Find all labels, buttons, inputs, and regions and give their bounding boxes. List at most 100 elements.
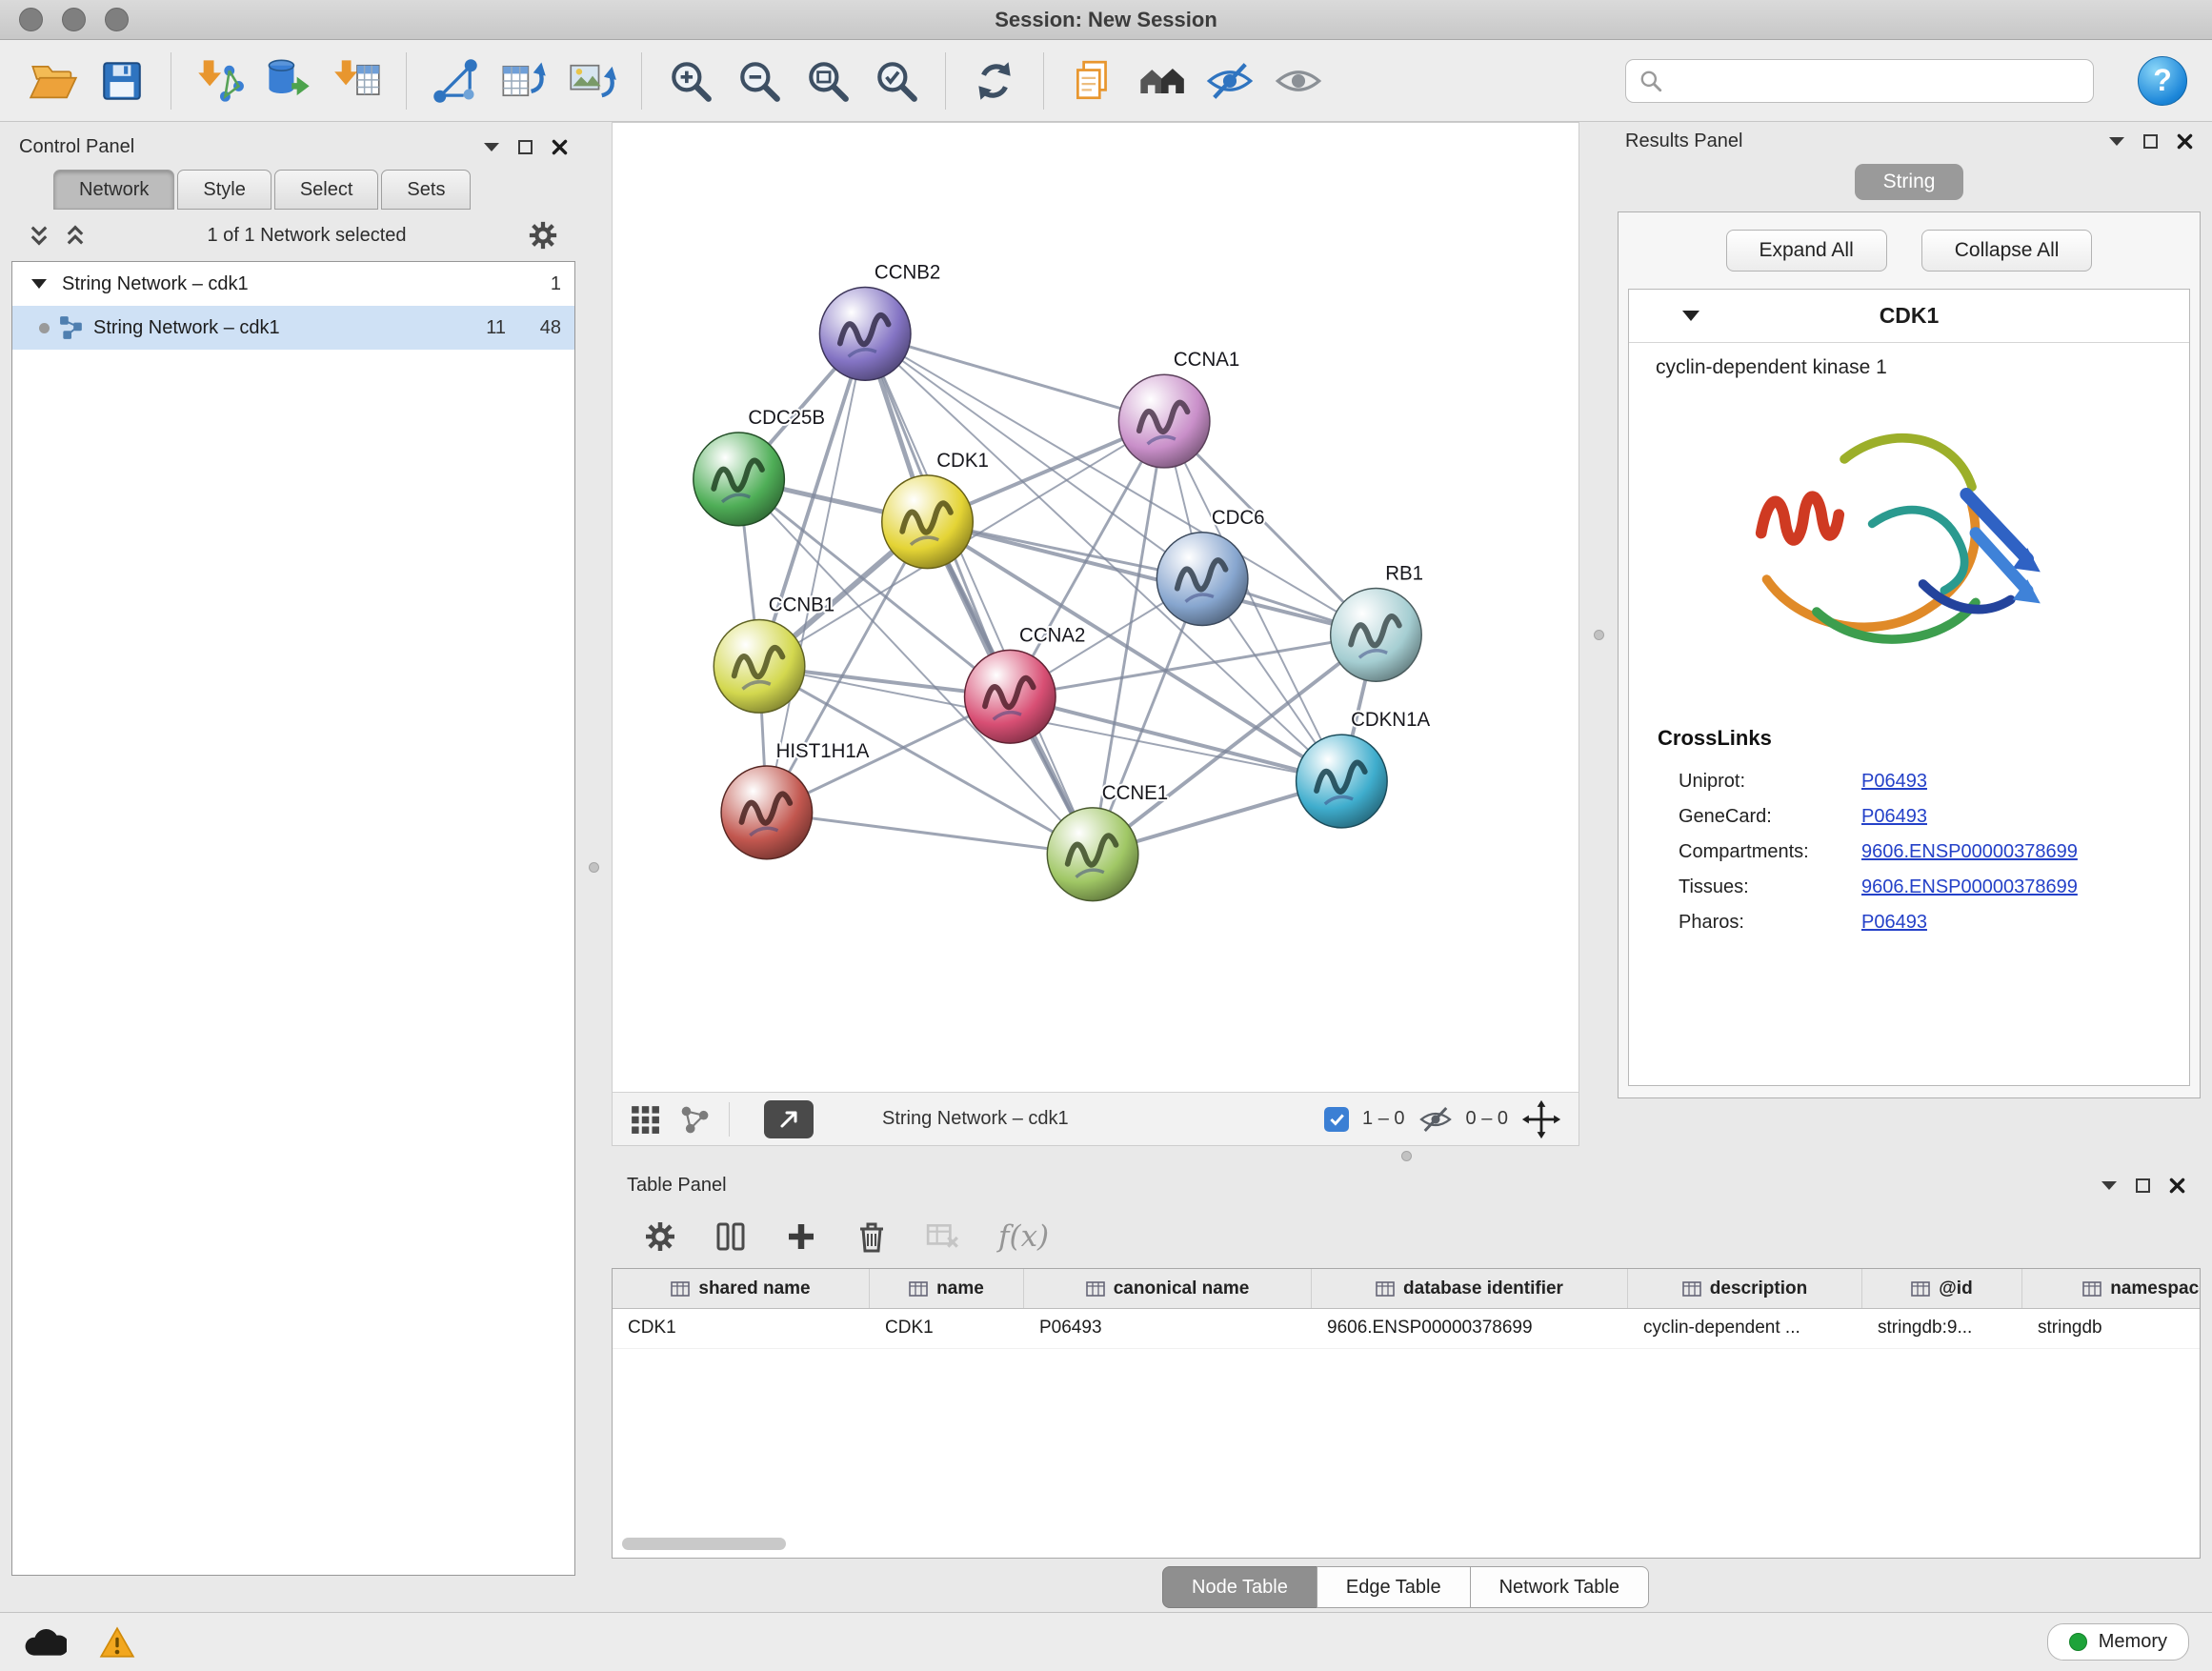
- tab-edge-table[interactable]: Edge Table: [1317, 1566, 1471, 1608]
- panel-close-icon[interactable]: [2177, 133, 2193, 150]
- show-columns-icon[interactable]: [714, 1220, 747, 1253]
- show-glass-button[interactable]: [1270, 51, 1327, 111]
- table-cell[interactable]: cyclin-dependent ...: [1628, 1309, 1862, 1348]
- network-edge-HIST1H1A-CCNE1[interactable]: [767, 813, 1093, 855]
- birdseye-grid-icon[interactable]: [630, 1104, 660, 1135]
- tab-sets[interactable]: Sets: [381, 170, 471, 210]
- collapse-all-button[interactable]: Collapse All: [1921, 230, 2093, 272]
- network-canvas[interactable]: CCNB2CCNA1CDC25BCDK1CDC6RB1CCNB1CCNA2CDK…: [613, 123, 1579, 1092]
- network-node-CCNA2[interactable]: [965, 650, 1056, 743]
- table-cell[interactable]: stringdb:9...: [1862, 1309, 2022, 1348]
- scrollbar-thumb[interactable]: [622, 1538, 786, 1550]
- home-button[interactable]: [1133, 51, 1190, 111]
- network-edge-CCNB2-CCNE1[interactable]: [865, 333, 1093, 854]
- column-header--id[interactable]: @id: [1862, 1269, 2022, 1308]
- network-edge-CCNB2-CCNA1[interactable]: [865, 333, 1164, 421]
- table-cell[interactable]: 9606.ENSP00000378699: [1312, 1309, 1628, 1348]
- network-node-CDKN1A[interactable]: [1297, 735, 1388, 828]
- tab-node-table[interactable]: Node Table: [1162, 1566, 1317, 1608]
- export-image-button[interactable]: [564, 51, 621, 111]
- import-network-from-database-button[interactable]: [260, 51, 317, 111]
- search-input[interactable]: [1625, 59, 2094, 103]
- memory-indicator[interactable]: Memory: [2047, 1623, 2189, 1661]
- column-header-shared-name[interactable]: shared name: [613, 1269, 870, 1308]
- export-table-button[interactable]: [495, 51, 553, 111]
- results-splitter[interactable]: [1579, 122, 1618, 1146]
- table-horizontal-scrollbar[interactable]: [622, 1538, 2190, 1550]
- collapse-all-chevron-icon[interactable]: [65, 224, 86, 247]
- tab-select[interactable]: Select: [274, 170, 379, 210]
- zoom-in-button[interactable]: [662, 51, 719, 111]
- table-splitter[interactable]: [612, 1146, 2201, 1165]
- add-column-icon[interactable]: [785, 1220, 817, 1253]
- table-cell[interactable]: stringdb: [2022, 1309, 2201, 1348]
- crosslink-value-link[interactable]: 9606.ENSP00000378699: [1861, 841, 2078, 863]
- column-header-database-identifier[interactable]: database identifier: [1312, 1269, 1628, 1308]
- delete-column-icon[interactable]: [855, 1219, 888, 1254]
- minimize-button[interactable]: [62, 8, 86, 31]
- network-overview-icon[interactable]: [679, 1104, 710, 1135]
- network-node-RB1[interactable]: [1331, 589, 1422, 682]
- close-button[interactable]: [19, 8, 43, 31]
- panel-menu-icon[interactable]: [484, 143, 499, 151]
- table-settings-gear-icon[interactable]: [644, 1220, 676, 1253]
- crosslink-value-link[interactable]: P06493: [1861, 771, 1927, 793]
- panel-float-icon[interactable]: [518, 140, 533, 154]
- panel-menu-icon[interactable]: [2109, 137, 2124, 146]
- crosslink-value-link[interactable]: P06493: [1861, 912, 1927, 934]
- gene-section-header[interactable]: CDK1: [1629, 290, 2189, 343]
- hidden-eye-slash-icon[interactable]: [1418, 1102, 1453, 1137]
- column-header-namespace[interactable]: namespace: [2022, 1269, 2201, 1308]
- tab-network-table[interactable]: Network Table: [1470, 1566, 1649, 1608]
- selected-checkbox-icon[interactable]: [1324, 1107, 1349, 1132]
- table-cell[interactable]: CDK1: [613, 1309, 870, 1348]
- table-row[interactable]: CDK1CDK1P064939606.ENSP00000378699cyclin…: [613, 1309, 2200, 1349]
- hide-glass-button[interactable]: [1201, 51, 1258, 111]
- table-cell[interactable]: P06493: [1024, 1309, 1312, 1348]
- tree-row-network[interactable]: String Network – cdk1 11 48: [12, 306, 574, 350]
- formula-builder-fx[interactable]: f(x): [998, 1219, 1049, 1254]
- expand-all-chevron-icon[interactable]: [29, 224, 50, 247]
- tab-style[interactable]: Style: [177, 170, 271, 210]
- cloud-icon[interactable]: [23, 1626, 67, 1659]
- network-edge-CDK1-RB1[interactable]: [928, 522, 1377, 635]
- tab-network[interactable]: Network: [53, 170, 174, 210]
- expand-all-button[interactable]: Expand All: [1726, 230, 1887, 272]
- column-header-description[interactable]: description: [1628, 1269, 1862, 1308]
- network-node-CCNB1[interactable]: [714, 619, 805, 713]
- tree-row-collection[interactable]: String Network – cdk1 1: [12, 262, 574, 306]
- export-network-button[interactable]: [427, 51, 484, 111]
- pan-move-icon[interactable]: [1521, 1099, 1561, 1139]
- warning-icon[interactable]: [99, 1626, 135, 1659]
- panel-close-icon[interactable]: [552, 139, 568, 155]
- zoom-out-button[interactable]: [731, 51, 788, 111]
- network-node-CDK1[interactable]: [882, 475, 974, 569]
- zoom-fit-button[interactable]: [799, 51, 856, 111]
- network-node-HIST1H1A[interactable]: [721, 766, 813, 859]
- network-node-CCNE1[interactable]: [1047, 808, 1138, 901]
- network-node-CDC6[interactable]: [1156, 533, 1248, 626]
- panel-close-icon[interactable]: [2169, 1178, 2185, 1194]
- network-node-CDC25B[interactable]: [694, 433, 785, 526]
- help-button[interactable]: ?: [2138, 56, 2187, 106]
- tab-string[interactable]: String: [1855, 164, 1964, 200]
- network-node-CCNB2[interactable]: [819, 287, 911, 380]
- table-cell[interactable]: CDK1: [870, 1309, 1024, 1348]
- network-graph[interactable]: CCNB2CCNA1CDC25BCDK1CDC6RB1CCNB1CCNA2CDK…: [613, 123, 1579, 1092]
- network-node-CCNA1[interactable]: [1118, 374, 1210, 468]
- crosslink-value-link[interactable]: P06493: [1861, 806, 1927, 828]
- save-session-button[interactable]: [93, 51, 151, 111]
- panel-float-icon[interactable]: [2136, 1178, 2150, 1193]
- left-splitter[interactable]: [575, 122, 612, 1612]
- apply-layout-button[interactable]: [966, 51, 1023, 111]
- import-network-from-file-button[interactable]: [191, 51, 249, 111]
- network-options-gear-icon[interactable]: [528, 220, 558, 251]
- copy-document-button[interactable]: [1064, 51, 1121, 111]
- column-header-name[interactable]: name: [870, 1269, 1024, 1308]
- panel-menu-icon[interactable]: [2101, 1181, 2117, 1190]
- detach-view-button[interactable]: [764, 1100, 814, 1138]
- zoom-selected-button[interactable]: [868, 51, 925, 111]
- crosslink-value-link[interactable]: 9606.ENSP00000378699: [1861, 876, 2078, 898]
- open-session-button[interactable]: [25, 51, 82, 111]
- tree-expander-icon[interactable]: [31, 279, 47, 289]
